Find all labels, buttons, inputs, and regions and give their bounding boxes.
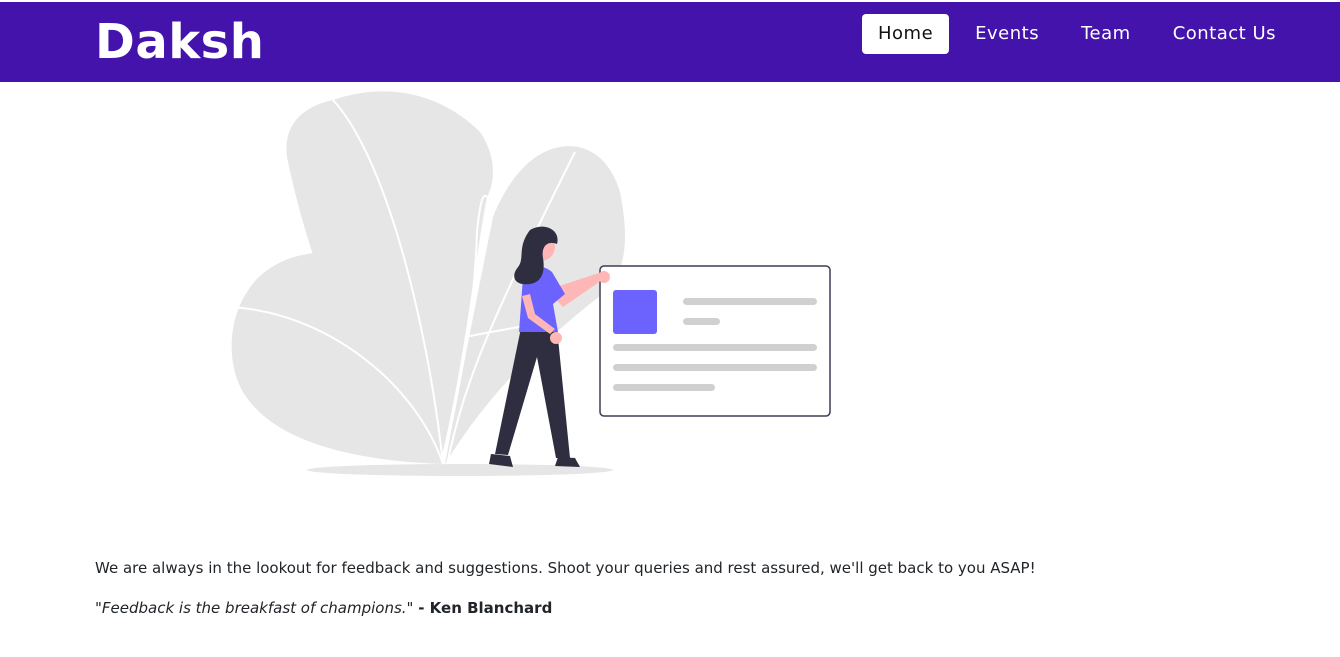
info-card: [599, 265, 831, 417]
nav-item-team[interactable]: Team: [1065, 14, 1147, 54]
brand-logo[interactable]: Daksh: [95, 12, 264, 72]
card-line: [613, 384, 715, 391]
navbar: Daksh Home Events Team Contact Us: [0, 2, 1340, 82]
card-line: [683, 298, 817, 305]
card-avatar-square: [613, 290, 657, 334]
feedback-quote: "Feedback is the breakfast of champions.…: [95, 598, 552, 618]
feedback-description: We are always in the lookout for feedbac…: [95, 559, 1036, 577]
nav-item-home[interactable]: Home: [862, 14, 950, 54]
card-line: [613, 344, 817, 351]
card-line: [683, 318, 720, 325]
quote-author: - Ken Blanchard: [418, 599, 553, 617]
card-line: [613, 364, 817, 371]
nav-item-contact-us[interactable]: Contact Us: [1157, 14, 1292, 54]
person-presenting-card-illustration: [225, 82, 835, 482]
quote-text: "Feedback is the breakfast of champions.…: [95, 599, 414, 617]
nav-item-events[interactable]: Events: [959, 14, 1055, 54]
nav-links: Home Events Team Contact Us: [856, 14, 1292, 54]
